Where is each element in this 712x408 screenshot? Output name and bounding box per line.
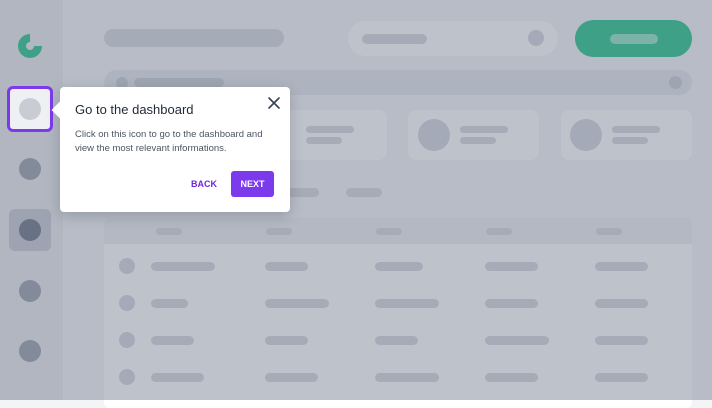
tour-title: Go to the dashboard: [75, 102, 194, 117]
sidebar-item-dashboard[interactable]: [7, 86, 53, 132]
tour-description: Click on this icon to go to the dashboar…: [75, 129, 263, 154]
tour-popover: Go to the dashboard Click on this icon t…: [60, 87, 290, 212]
dashboard-icon: [19, 98, 41, 120]
app-shell: Go to the dashboard Click on this icon t…: [0, 0, 712, 408]
close-icon[interactable]: [266, 95, 282, 111]
back-button[interactable]: BACK: [185, 171, 223, 197]
next-button[interactable]: NEXT: [231, 171, 274, 197]
